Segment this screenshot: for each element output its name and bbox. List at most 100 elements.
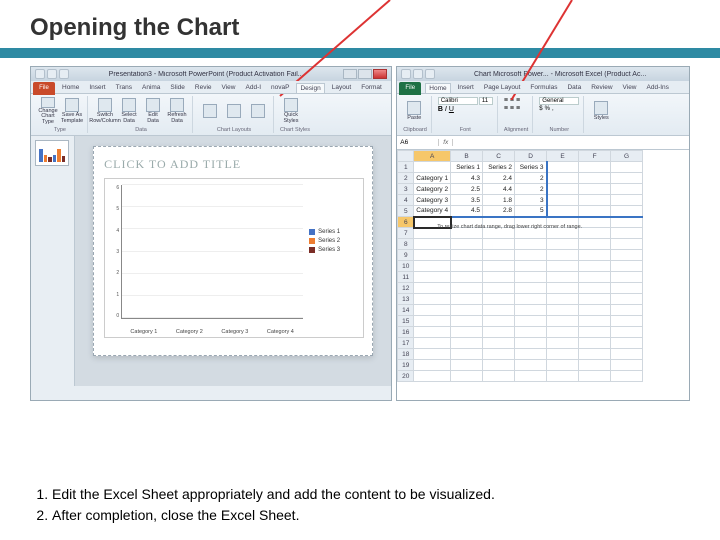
cell-styles-button[interactable]: Styles (590, 97, 612, 125)
ribbon-group-type: Change Chart Type Save As Template Type (33, 96, 88, 133)
edit-data-icon (146, 98, 160, 112)
close-button[interactable] (373, 69, 387, 79)
chart-layout-1[interactable] (199, 97, 221, 125)
ppt-window-title: Presentation3 - Microsoft PowerPoint (Pr… (69, 71, 343, 78)
underline-button[interactable]: U (449, 106, 454, 113)
font-size-dropdown[interactable]: 11 (479, 97, 493, 105)
paste-button[interactable]: Paste (403, 97, 425, 125)
xl-ribbon: Paste Clipboard Calibri 11 B I U (397, 94, 689, 136)
tab-page-layout[interactable]: Page Layout (481, 83, 524, 93)
switch-row-column-button[interactable]: Switch Row/Column (94, 97, 116, 125)
ppt-window-controls[interactable] (343, 69, 387, 79)
tab-formulas[interactable]: Formulas (527, 83, 560, 93)
tab-review[interactable]: Revie (192, 83, 215, 93)
undo-icon[interactable] (47, 69, 57, 79)
ribbon-group-label: Chart Styles (280, 127, 310, 133)
tab-data[interactable]: Data (564, 83, 584, 93)
ribbon-group-label: Type (37, 127, 83, 133)
tab-addins[interactable]: Add-I (243, 83, 265, 93)
xl-quick-access-toolbar[interactable] (401, 69, 435, 79)
instruction-2: After completion, close the Excel Sheet. (52, 505, 710, 526)
ribbon-group-data: Switch Row/Column Select Data Edit Data … (90, 96, 193, 133)
select-data-button[interactable]: Select Data (118, 97, 140, 125)
page-title: Opening the Chart (30, 14, 690, 42)
tab-novapdf[interactable]: novaP (268, 83, 292, 93)
ribbon-group-styles: Styles (586, 96, 616, 133)
app-screenshots: Presentation3 - Microsoft PowerPoint (Pr… (30, 66, 690, 401)
tab-review[interactable]: Review (588, 83, 615, 93)
ribbon-group-chart-styles: Quick Styles Chart Styles (276, 96, 314, 133)
bold-button[interactable]: B (438, 106, 443, 113)
tab-layout[interactable]: Layout (329, 83, 355, 93)
tab-slideshow[interactable]: Slide (167, 83, 187, 93)
tab-home[interactable]: Home (425, 83, 450, 93)
change-chart-type-button[interactable]: Change Chart Type (37, 97, 59, 125)
slide-canvas[interactable]: CLICK TO ADD TITLE 6543210 Category 1Cat… (93, 146, 373, 356)
ribbon-group-font: Calibri 11 B I U Font (434, 96, 498, 133)
excel-window: Chart Microsoft Power... - Microsoft Exc… (396, 66, 690, 401)
spreadsheet-grid[interactable]: ABCDEFG1Series 1Series 2Series 32Categor… (397, 150, 689, 400)
title-underline (0, 48, 720, 58)
minimize-button[interactable] (343, 69, 357, 79)
slide-thumb-1[interactable] (35, 140, 69, 166)
template-icon (65, 98, 79, 112)
tab-animations[interactable]: Anima (139, 83, 163, 93)
chart-x-axis: Category 1Category 2Category 3Category 4 (121, 329, 303, 335)
tab-format[interactable]: Format (358, 83, 385, 93)
chart-layout-3[interactable] (247, 97, 269, 125)
tab-design[interactable]: Design (296, 83, 324, 93)
tab-view[interactable]: View (219, 83, 239, 93)
quick-styles-button[interactable]: Quick Styles (280, 97, 302, 125)
slide-canvas-area[interactable]: CLICK TO ADD TITLE 6543210 Category 1Cat… (75, 136, 391, 386)
tab-home[interactable]: Home (59, 83, 82, 93)
tab-insert[interactable]: Insert (455, 83, 477, 93)
styles-icon (594, 101, 608, 115)
save-icon[interactable] (401, 69, 411, 79)
layout-icon (203, 104, 217, 118)
save-icon[interactable] (35, 69, 45, 79)
ppt-ribbon-tabs[interactable]: File Home Insert Trans Anima Slide Revie… (31, 81, 391, 94)
title-placeholder[interactable]: CLICK TO ADD TITLE (104, 157, 362, 172)
save-as-template-button[interactable]: Save As Template (61, 97, 83, 125)
ribbon-group-label: Data (94, 127, 188, 133)
name-box[interactable]: A6 (397, 139, 439, 146)
formula-bar[interactable]: A6 fx (397, 136, 689, 150)
resize-range-note: To resize chart data range, drag lower r… (437, 224, 582, 230)
ppt-file-tab[interactable]: File (33, 82, 55, 95)
maximize-button[interactable] (358, 69, 372, 79)
ribbon-group-number: General $ % , Number (535, 96, 584, 133)
xl-ribbon-tabs[interactable]: File Home Insert Page Layout Formulas Da… (397, 81, 689, 94)
number-format-dropdown[interactable]: General (539, 97, 579, 105)
redo-icon[interactable] (59, 69, 69, 79)
slide-thumbnails-pane[interactable] (31, 136, 75, 386)
undo-icon[interactable] (413, 69, 423, 79)
italic-button[interactable]: I (445, 106, 447, 113)
powerpoint-window: Presentation3 - Microsoft PowerPoint (Pr… (30, 66, 392, 401)
embedded-chart[interactable]: 6543210 Category 1Category 2Category 3Ca… (104, 178, 364, 338)
chart-layout-2[interactable] (223, 97, 245, 125)
fx-icon[interactable]: fx (439, 139, 453, 146)
percent-icon[interactable]: % (545, 106, 550, 112)
tab-insert[interactable]: Insert (86, 83, 108, 93)
tab-addins[interactable]: Add-Ins (644, 83, 672, 93)
ppt-quick-access-toolbar[interactable] (35, 69, 69, 79)
align-top-icon[interactable]: ≡ (504, 97, 508, 104)
tab-view[interactable]: View (620, 83, 640, 93)
comma-icon[interactable]: , (552, 106, 554, 112)
refresh-data-button[interactable]: Refresh Data (166, 97, 188, 125)
font-name-dropdown[interactable]: Calibri (438, 97, 478, 105)
align-center-icon[interactable]: ≡ (510, 105, 514, 112)
tab-transitions[interactable]: Trans (113, 83, 135, 93)
ribbon-group-clipboard: Paste Clipboard (399, 96, 432, 133)
select-data-icon (122, 98, 136, 112)
xl-titlebar: Chart Microsoft Power... - Microsoft Exc… (397, 67, 689, 81)
currency-icon[interactable]: $ (539, 106, 542, 112)
align-mid-icon[interactable]: ≡ (510, 97, 514, 104)
xl-file-tab[interactable]: File (399, 82, 421, 95)
align-bot-icon[interactable]: ≡ (516, 97, 520, 104)
redo-icon[interactable] (425, 69, 435, 79)
align-left-icon[interactable]: ≡ (504, 105, 508, 112)
align-right-icon[interactable]: ≡ (516, 105, 520, 112)
edit-data-button[interactable]: Edit Data (142, 97, 164, 125)
ppt-ribbon: Change Chart Type Save As Template Type … (31, 94, 391, 136)
